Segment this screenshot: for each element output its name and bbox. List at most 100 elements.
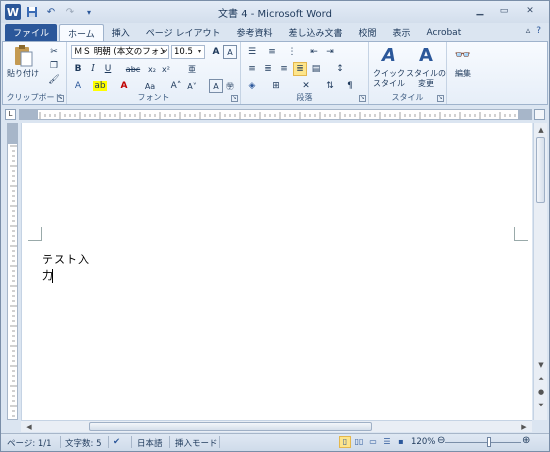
document-text[interactable]: テスト入力 — [42, 251, 101, 283]
grow-font-size-icon[interactable]: A˄ — [169, 79, 183, 93]
language-indicator[interactable]: 日本語 — [137, 437, 163, 449]
previous-page-icon[interactable]: ⏶ — [535, 373, 547, 385]
full-screen-reading-icon[interactable]: ▯▯ — [353, 436, 365, 448]
decrease-indent-icon[interactable]: ⇤ — [307, 45, 321, 59]
font-size-select[interactable]: 10.5 ▾ — [171, 45, 205, 59]
highlight-icon[interactable]: ab — [93, 81, 107, 91]
sort-icon[interactable] — [299, 61, 313, 75]
close-button[interactable]: ✕ — [517, 3, 543, 19]
superscript-icon[interactable]: x² — [159, 62, 173, 76]
style-launcher-icon[interactable]: ↘ — [437, 95, 444, 102]
scroll-up-icon[interactable]: ▲ — [535, 124, 547, 136]
change-style-label: スタイルの 変更 — [406, 69, 446, 88]
ribbon-home: 貼り付け ✂ ❐ 🖌 クリップボード ↘ ＭＳ 明朝 (本文のフォン ▾ 10.… — [2, 41, 548, 105]
shrink-font-size-icon[interactable]: A˅ — [185, 79, 199, 93]
shading-icon[interactable]: ◈ — [245, 79, 259, 93]
minimize-button[interactable]: ▁ — [469, 3, 491, 19]
scroll-right-icon[interactable]: ▶ — [518, 421, 530, 433]
zoom-slider-thumb[interactable] — [487, 437, 491, 447]
next-page-icon[interactable]: ⏷ — [535, 399, 547, 411]
paragraph-launcher-icon[interactable]: ↘ — [359, 95, 366, 102]
style-group: A クイック スタイル A スタイルの 変更 スタイル ↘ — [369, 42, 447, 104]
minimize-ribbon-icon[interactable]: ▵ — [526, 26, 531, 36]
vertical-ruler[interactable] — [7, 123, 18, 420]
tab-home[interactable]: ホーム — [59, 24, 104, 41]
page-count[interactable]: ページ: 1/1 — [7, 437, 52, 449]
maximize-button[interactable]: ▭ — [493, 3, 515, 19]
outline-icon[interactable]: ☰ — [381, 436, 393, 448]
enclose-characters-icon[interactable]: ㊫ — [223, 79, 237, 93]
scroll-down-icon[interactable]: ▼ — [535, 359, 547, 371]
clear-format-icon[interactable]: A — [223, 45, 237, 59]
tab-references[interactable]: 参考資料 — [228, 24, 280, 41]
asian-layout-icon[interactable]: ✕ — [299, 79, 313, 93]
align-right-icon[interactable]: ≡ — [277, 62, 291, 76]
show-hide-icon[interactable]: ¶ — [343, 79, 357, 93]
tab-selector[interactable]: L — [5, 109, 16, 120]
paste-button[interactable]: 貼り付け — [7, 44, 39, 79]
tab-file[interactable]: ファイル — [5, 24, 58, 41]
separator — [219, 436, 220, 448]
horizontal-scrollbar[interactable]: ◀ ▶ — [21, 420, 532, 432]
change-style-button[interactable]: A スタイルの 変更 — [406, 44, 446, 89]
horizontal-ruler[interactable] — [19, 109, 532, 120]
tab-insert[interactable]: 挿入 — [104, 24, 138, 41]
strikethrough-icon[interactable]: abc — [123, 62, 143, 76]
edit-button[interactable]: 👓 編集 — [449, 44, 477, 79]
increase-indent-icon[interactable]: ⇥ — [323, 45, 337, 59]
zoom-in-icon[interactable]: ⊕ — [522, 435, 530, 446]
underline-icon[interactable]: U — [101, 62, 115, 76]
clipboard-launcher-icon[interactable]: ↘ — [57, 95, 64, 102]
numbering-icon[interactable]: ≡ — [265, 45, 279, 59]
zoom-slider[interactable] — [445, 442, 521, 443]
proofing-icon[interactable]: ✔ — [113, 437, 120, 447]
help-icon[interactable]: ? — [536, 26, 541, 36]
zoom-level[interactable]: 120% — [411, 437, 435, 447]
zoom-out-icon[interactable]: ⊖ — [437, 435, 445, 446]
cut-icon[interactable]: ✂ — [47, 45, 61, 59]
word-window: W ↶ ↷ ▾ 文書 4 - Microsoft Word ▁ ▭ ✕ ファイル… — [0, 0, 550, 452]
copy-icon[interactable]: ❐ — [47, 59, 61, 73]
print-layout-icon[interactable]: ▯ — [339, 436, 351, 448]
format-painter-icon[interactable]: 🖌 — [47, 73, 61, 87]
horizontal-scroll-thumb[interactable] — [89, 422, 372, 431]
character-shading-icon[interactable]: A — [209, 79, 223, 93]
word-count[interactable]: 文字数: 5 — [65, 437, 101, 449]
change-case-icon[interactable]: Aa — [141, 79, 159, 93]
web-layout-icon[interactable]: ▭ — [367, 436, 379, 448]
vertical-scrollbar[interactable]: ▲ ▼ ⏶ ● ⏷ — [533, 123, 547, 420]
edit-label: 編集 — [455, 69, 471, 78]
view-ruler-button[interactable] — [534, 109, 545, 120]
insert-mode-indicator[interactable]: 挿入モード — [175, 437, 218, 449]
tab-page-layout[interactable]: ページ レイアウト — [138, 24, 229, 41]
tab-review[interactable]: 校閲 — [350, 24, 384, 41]
ribbon-tabs: ファイル ホーム 挿入 ページ レイアウト 参考資料 差し込み文書 校閲 表示 … — [1, 23, 549, 41]
phonetic-guide-icon[interactable]: 亜 — [185, 62, 199, 76]
draft-icon[interactable]: ▪ — [395, 436, 407, 448]
browse-object-icon[interactable]: ● — [535, 386, 547, 398]
quick-style-button[interactable]: A クイック スタイル — [371, 44, 407, 89]
bullets-icon[interactable]: ☰ — [245, 45, 259, 59]
sort-icon[interactable]: ⇅ — [323, 79, 337, 93]
align-center-icon[interactable]: ≣ — [261, 62, 275, 76]
tab-mailings[interactable]: 差し込み文書 — [280, 24, 350, 41]
font-color-icon[interactable]: A — [117, 79, 131, 93]
subscript-icon[interactable]: x₂ — [145, 62, 159, 76]
grow-font-icon[interactable]: A — [209, 45, 223, 59]
separator — [169, 436, 170, 448]
document-page[interactable]: テスト入力 — [21, 123, 532, 420]
font-launcher-icon[interactable]: ↘ — [231, 95, 238, 102]
font-name-select[interactable]: ＭＳ 明朝 (本文のフォン ▾ — [71, 45, 169, 59]
tab-view[interactable]: 表示 — [385, 24, 419, 41]
borders-icon[interactable]: ⊞ — [269, 79, 283, 93]
scroll-left-icon[interactable]: ◀ — [23, 421, 35, 433]
multilevel-list-icon[interactable]: ⋮ — [285, 45, 299, 59]
line-spacing-icon[interactable]: ↕ — [333, 62, 347, 76]
scroll-thumb[interactable] — [536, 137, 545, 203]
text-effects-icon[interactable]: A — [71, 79, 85, 93]
italic-icon[interactable]: I — [86, 62, 100, 76]
bold-icon[interactable]: B — [71, 62, 85, 76]
tab-acrobat[interactable]: Acrobat — [419, 24, 470, 41]
ruler-ticks — [20, 110, 531, 119]
align-left-icon[interactable]: ≡ — [245, 62, 259, 76]
